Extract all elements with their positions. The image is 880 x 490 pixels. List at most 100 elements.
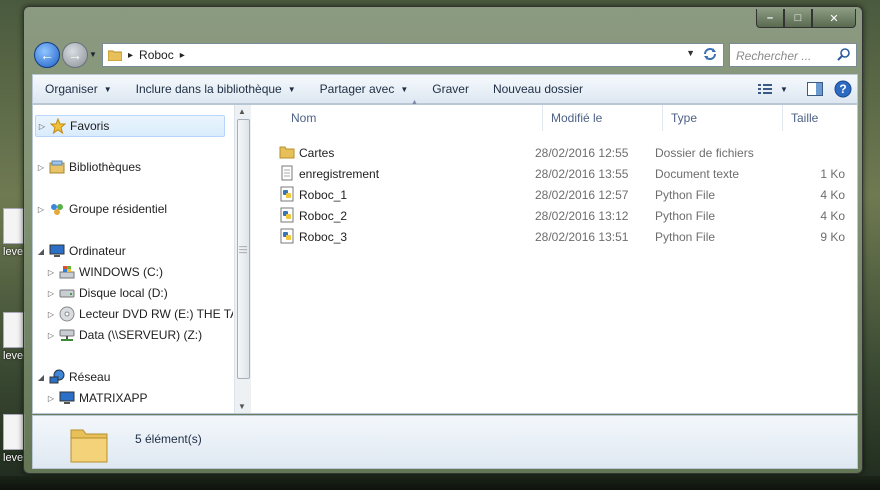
explorer-window: – □ ✕ ← → ▼ ▸ Roboc ▸ ▼ Rechercher ... O… [23,6,863,474]
grip-icon: — — — [239,242,247,257]
tree-item-matrixapp[interactable]: ▷ MATRIXAPP [45,388,148,408]
share-with-menu[interactable]: Partager avec ▼ [308,75,421,103]
tree-label-computer: Ordinateur [69,244,126,258]
expand-arrow-icon[interactable]: ▷ [45,394,57,403]
folder-icon [108,50,122,61]
file-row[interactable]: Cartes 28/02/2016 12:55 Dossier de fichi… [259,142,857,163]
include-in-library-menu[interactable]: Inclure dans la bibliothèque ▼ [124,75,308,103]
item-count: 5 élément(s) [135,432,202,446]
file-name: Roboc_3 [299,230,348,244]
recent-pages-button[interactable]: ▼ [89,50,97,59]
search-icon[interactable] [837,47,851,61]
file-type: Python File [655,188,716,202]
file-name: Roboc_1 [299,188,348,202]
tree-item-drive-c[interactable]: ▷ WINDOWS (C:) [45,262,163,282]
tree-item-drive-z[interactable]: ▷ Data (\\SERVEUR) (Z:) [45,325,202,345]
forward-button[interactable]: → [62,42,88,68]
preview-pane-icon [807,82,823,96]
expand-arrow-icon[interactable]: ▷ [35,163,47,172]
arrow-right-icon: → [68,47,82,63]
tree-item-computer[interactable]: ◢ Ordinateur [35,241,126,261]
file-modified: 28/02/2016 12:55 [535,146,629,160]
document-icon [3,208,25,244]
file-modified: 28/02/2016 13:55 [535,167,629,181]
maximize-button[interactable]: □ [784,9,812,28]
python-file-icon [280,207,294,223]
tree-label-drive: Disque local (D:) [79,286,168,300]
tree-item-drive-e[interactable]: ▷ Lecteur DVD RW (E:) THE TA [45,304,233,324]
file-size: 4 Ko [820,209,845,223]
help-button[interactable]: ? [829,75,857,103]
homegroup-icon [49,201,65,217]
scroll-up-icon[interactable]: ▲ [238,107,246,116]
expand-arrow-icon[interactable]: ▷ [45,331,57,340]
scroll-down-icon[interactable]: ▼ [238,402,246,411]
organize-label: Organiser [45,82,98,96]
close-button[interactable]: ✕ [812,9,856,28]
file-row[interactable]: Roboc_1 28/02/2016 12:57 Python File 4 K… [259,184,857,205]
expand-arrow-icon[interactable]: ▷ [45,268,57,277]
breadcrumb-separator[interactable]: ▸ [128,50,133,61]
expand-arrow-icon[interactable]: ▷ [35,205,47,214]
tree-item-libraries[interactable]: ▷ Bibliothèques [35,157,141,177]
collapse-arrow-icon[interactable]: ◢ [35,247,47,256]
column-header-size[interactable]: Taille [783,105,853,131]
address-bar[interactable]: ▸ Roboc ▸ ▼ [102,43,724,67]
organize-menu[interactable]: Organiser ▼ [33,75,124,103]
file-type: Dossier de fichiers [655,146,754,160]
main-area: ▷ Favoris ▷ Bibliothèques ▷ Groupe résid… [32,99,858,414]
file-row[interactable]: enregistrement 28/02/2016 13:55 Document… [259,163,857,184]
file-type: Python File [655,230,716,244]
new-folder-button[interactable]: Nouveau dossier [481,75,595,103]
file-size: 1 Ko [820,167,845,181]
folder-icon [279,146,295,159]
document-icon [3,312,25,348]
chevron-down-icon: ▼ [103,84,112,94]
burn-label: Graver [432,82,469,96]
navigation-bar: ← → ▼ ▸ Roboc ▸ ▼ Rechercher ... [32,41,857,69]
breadcrumb-roboc[interactable]: Roboc [139,48,174,62]
search-box[interactable]: Rechercher ... [729,43,857,67]
svg-text:?: ? [839,82,846,96]
column-header-name[interactable]: Nom [283,105,543,131]
file-row[interactable]: Roboc_3 28/02/2016 13:51 Python File 9 K… [259,226,857,247]
computer-icon [59,390,75,406]
minimize-button[interactable]: – [756,9,784,28]
column-header-type[interactable]: Type [663,105,783,131]
view-options-button[interactable]: ▼ [753,75,793,103]
address-dropdown-icon[interactable]: ▼ [686,48,695,58]
document-icon [3,414,25,450]
tree-item-homegroup[interactable]: ▷ Groupe résidentiel [35,199,167,219]
file-name: Cartes [299,146,335,160]
column-header-modified[interactable]: Modifié le [543,105,663,131]
burn-button[interactable]: Graver [420,75,481,103]
navigation-scrollbar[interactable]: ▲ — — — ▼ [234,105,251,413]
back-button[interactable]: ← [34,42,60,68]
file-size: 9 Ko [820,230,845,244]
library-icon [49,159,65,175]
expand-arrow-icon[interactable]: ▷ [45,289,57,298]
network-icon [49,369,65,385]
tree-item-network[interactable]: ◢ Réseau [35,367,110,387]
toolbar-right-group: ▼ ? [753,75,857,103]
breadcrumb-separator[interactable]: ▸ [180,50,185,61]
tree-label-homegroup: Groupe résidentiel [69,202,168,216]
desktop-icon-label: leve [3,452,24,464]
tree-item-drive-d[interactable]: ▷ Disque local (D:) [45,283,168,303]
dvd-drive-icon [59,306,75,322]
tree-item-favorites[interactable]: ▷ Favoris [35,115,225,137]
tree-label-network: Réseau [69,370,111,384]
tree-label-drive: Lecteur DVD RW (E:) THE TA [79,307,233,321]
python-file-icon [280,228,294,244]
refresh-icon[interactable] [701,46,719,62]
list-view-icon [758,84,773,94]
expand-arrow-icon[interactable]: ▷ [36,122,48,131]
navigation-pane: ▷ Favoris ▷ Bibliothèques ▷ Groupe résid… [33,105,233,413]
column-label-modified: Modifié le [551,111,603,125]
collapse-arrow-icon[interactable]: ◢ [35,373,47,382]
desktop-bottom-strip [0,476,880,490]
file-row[interactable]: Roboc_2 28/02/2016 13:12 Python File 4 K… [259,205,857,226]
preview-pane-button[interactable] [801,75,829,103]
file-name: enregistrement [299,167,380,181]
expand-arrow-icon[interactable]: ▷ [45,310,57,319]
